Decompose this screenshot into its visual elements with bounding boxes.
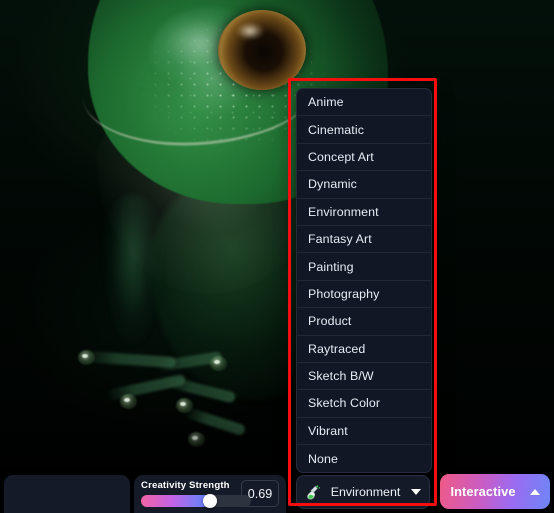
frog-toe: [163, 375, 237, 404]
dropdown-option-dynamic[interactable]: Dynamic: [297, 171, 431, 199]
generated-image-frog: [0, 0, 554, 513]
dropdown-option-environment[interactable]: Environment: [297, 199, 431, 226]
dropdown-option-product[interactable]: Product: [297, 308, 431, 336]
creativity-control-group: Creativity Strength: [141, 480, 251, 508]
chevron-up-icon[interactable]: [529, 488, 540, 495]
app-root: Anime Cinematic Concept Art Dynamic Envi…: [0, 0, 554, 513]
frog-toe-highlight: [82, 354, 88, 358]
style-dropdown-menu[interactable]: Anime Cinematic Concept Art Dynamic Envi…: [296, 88, 432, 474]
creativity-strength-panel: Creativity Strength 0.69: [134, 475, 286, 513]
creativity-strength-label: Creativity Strength: [141, 480, 230, 491]
frog-toe-highlight: [124, 398, 130, 402]
interactive-mode-button[interactable]: Interactive: [440, 474, 550, 509]
dropdown-option-raytraced[interactable]: Raytraced: [297, 336, 431, 363]
frog-eye-gleam: [236, 22, 264, 40]
dropdown-option-sketch-bw[interactable]: Sketch B/W: [297, 363, 431, 391]
frog-toe-highlight: [214, 360, 220, 364]
flask-icon: [307, 484, 321, 499]
style-dropdown-selected-label: Environment: [330, 485, 401, 499]
dropdown-option-anime[interactable]: Anime: [297, 89, 431, 117]
bottom-toolbar: Creativity Strength 0.69 Environment Int…: [0, 470, 554, 513]
dropdown-option-none[interactable]: None: [297, 445, 431, 472]
toolbar-left-panel: [4, 475, 130, 513]
dropdown-option-fantasy-art[interactable]: Fantasy Art: [297, 226, 431, 254]
frog-eye: [218, 10, 306, 90]
dropdown-option-photography[interactable]: Photography: [297, 281, 431, 309]
slider-fill: [141, 495, 211, 507]
slider-thumb[interactable]: [203, 494, 217, 508]
dropdown-option-sketch-color[interactable]: Sketch Color: [297, 390, 431, 418]
dropdown-option-concept-art[interactable]: Concept Art: [297, 144, 431, 172]
style-dropdown-button[interactable]: Environment: [296, 475, 430, 509]
creativity-strength-slider[interactable]: [141, 494, 251, 508]
dropdown-option-cinematic[interactable]: Cinematic: [297, 116, 431, 144]
frog-toe-highlight: [180, 402, 186, 406]
dropdown-option-painting[interactable]: Painting: [297, 253, 431, 281]
dropdown-option-vibrant[interactable]: Vibrant: [297, 418, 431, 446]
chevron-down-icon[interactable]: [411, 489, 421, 495]
interactive-button-label: Interactive: [450, 484, 516, 499]
